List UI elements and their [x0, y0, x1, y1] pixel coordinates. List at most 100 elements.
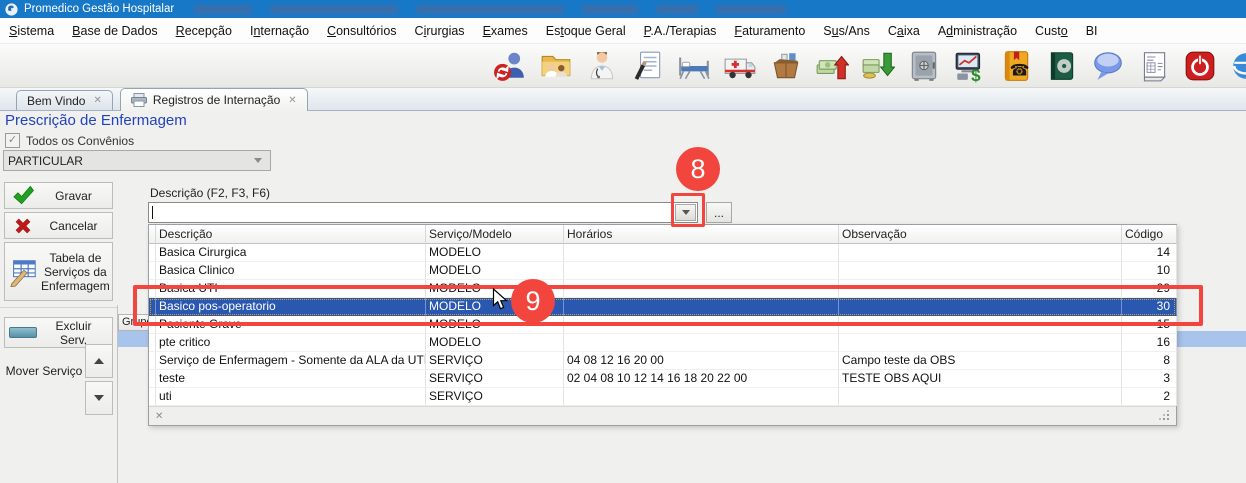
service-chip-icon	[5, 327, 41, 338]
grid-cell: MODELO	[426, 334, 564, 352]
table-row[interactable]: Serviço de Enfermagem - Somente da ALA d…	[149, 352, 1176, 370]
grid-cell: Basica Cirurgica	[156, 244, 426, 262]
finance-chart-icon[interactable]: $	[950, 47, 989, 85]
menu-item-exames[interactable]: Exames	[474, 24, 537, 38]
panel-divider-vertical	[117, 305, 118, 483]
toolbar: $☎	[0, 44, 1246, 88]
tab-bem-vindo[interactable]: Bem Vindo ✕	[16, 90, 113, 110]
tab-registros-internacao[interactable]: Registros de Internação ✕	[120, 88, 308, 111]
grid-header-hor-rios[interactable]: Horários	[564, 225, 839, 244]
chat-icon[interactable]	[1088, 47, 1127, 85]
menu-item-custo[interactable]: Custo	[1026, 24, 1077, 38]
close-icon[interactable]: ✕	[93, 95, 101, 106]
sync-user-icon[interactable]	[490, 47, 529, 85]
grid-cell: Campo teste da OBS	[839, 352, 1122, 370]
table-row[interactable]: utiSERVIÇO2	[149, 388, 1176, 406]
menu-bar: SistemaBase de DadosRecepçãoInternaçãoCo…	[0, 18, 1246, 44]
table-row[interactable]: testeSERVIÇO02 04 08 10 12 14 16 18 20 2…	[149, 370, 1176, 388]
menu-item-sistema[interactable]: Sistema	[0, 24, 63, 38]
table-row[interactable]: Basica CirurgicaMODELO 14	[149, 244, 1176, 262]
grid-cell: SERVIÇO	[426, 388, 564, 406]
patients-folder-icon[interactable]	[536, 47, 575, 85]
menu-item-caixa[interactable]: Caixa	[879, 24, 929, 38]
menu-item-faturamento[interactable]: Faturamento	[725, 24, 814, 38]
move-down-button[interactable]	[85, 381, 113, 415]
redacted-text	[194, 5, 786, 14]
grid-header-observa-o[interactable]: Observação	[839, 225, 1122, 244]
close-icon[interactable]: ✕	[288, 95, 296, 106]
menu-item-estoque-geral[interactable]: Estoque Geral	[537, 24, 635, 38]
hospital-bed-icon[interactable]	[674, 47, 713, 85]
svg-text:☎: ☎	[1009, 62, 1029, 79]
grid-cell: SERVIÇO	[426, 352, 564, 370]
convenio-value: PARTICULAR	[4, 154, 254, 168]
manual-icon[interactable]	[1042, 47, 1081, 85]
expense-down-icon[interactable]	[858, 47, 897, 85]
gravar-button[interactable]: Gravar	[4, 182, 113, 209]
menu-item-interna-o[interactable]: Internação	[241, 24, 318, 38]
grid-header-servi-o-modelo[interactable]: Serviço/Modelo	[426, 225, 564, 244]
grid-cell	[149, 352, 156, 370]
grid-cell	[839, 244, 1122, 262]
menu-item-recep-o[interactable]: Recepção	[167, 24, 241, 38]
grid-cell: 14	[1122, 244, 1177, 262]
menu-item-consult-rios[interactable]: Consultórios	[318, 24, 405, 38]
safe-icon[interactable]	[904, 47, 943, 85]
move-up-button[interactable]	[85, 344, 113, 378]
grid-header-c-digo[interactable]: Código	[1122, 225, 1177, 244]
lookup-more-button[interactable]: ...	[706, 202, 732, 223]
dropdown-arrow-icon	[254, 158, 262, 163]
cancelar-button[interactable]: Cancelar	[4, 212, 113, 239]
grid-cell	[839, 262, 1122, 280]
grid-cell: 10	[1122, 262, 1177, 280]
ambulance-icon[interactable]	[720, 47, 759, 85]
grid-cell: 16	[1122, 334, 1177, 352]
grid-header-indicator[interactable]	[149, 225, 156, 244]
grid-cell: 2	[1122, 388, 1177, 406]
annotation-rect-8	[671, 193, 705, 227]
panel-divider-horizontal	[0, 307, 118, 308]
table-row[interactable]: pte criticoMODELO 16	[149, 334, 1176, 352]
grid-header-descri-o[interactable]: Descrição	[156, 225, 426, 244]
titlebar: Promedico Gestão Hospitalar	[0, 0, 1246, 18]
grid-cell	[149, 388, 156, 406]
grid-cell	[564, 262, 839, 280]
grid-cell	[839, 388, 1122, 406]
browser-icon[interactable]	[1226, 47, 1246, 85]
descricao-combobox[interactable]	[148, 202, 698, 223]
clear-icon[interactable]: ✕	[155, 411, 163, 422]
todos-convenios-checkbox[interactable]: ✓ Todos os Convênios	[5, 133, 134, 148]
menu-item-cirurgias[interactable]: Cirurgias	[406, 24, 474, 38]
supplies-icon[interactable]	[766, 47, 805, 85]
descricao-lookup-label: Descrição (F2, F3, F6)	[150, 186, 270, 200]
grid-cell: Basica Clinico	[156, 262, 426, 280]
grid-cell: MODELO	[426, 244, 564, 262]
menu-item-bi[interactable]: BI	[1077, 24, 1107, 38]
invoice-icon[interactable]	[1134, 47, 1173, 85]
doctor-icon[interactable]	[582, 47, 621, 85]
revenue-up-icon[interactable]	[812, 47, 851, 85]
menu-item-p-a-terapias[interactable]: P.A./Terapias	[635, 24, 726, 38]
mover-servico-label: Mover Serviço	[4, 364, 84, 378]
grid-cell: MODELO	[426, 262, 564, 280]
grid-header: DescriçãoServiço/ModeloHoráriosObservaçã…	[149, 225, 1176, 244]
convenio-select[interactable]: PARTICULAR	[3, 150, 271, 171]
tabela-servicos-button[interactable]: Tabela de Serviços da Enfermagem	[4, 242, 113, 301]
prescription-icon[interactable]	[628, 47, 667, 85]
mouse-cursor	[492, 288, 509, 317]
button-label: Tabela de Serviços da Enfermagem	[41, 251, 116, 293]
grid-cell	[149, 262, 156, 280]
app-logo-icon	[5, 3, 18, 16]
page-title: Prescrição de Enfermagem	[5, 112, 187, 129]
menu-item-base-de-dados[interactable]: Base de Dados	[63, 24, 166, 38]
phonebook-icon[interactable]: ☎	[996, 47, 1035, 85]
button-label: Excluir Serv.	[41, 319, 112, 347]
power-icon[interactable]	[1180, 47, 1219, 85]
resize-grip-icon[interactable]	[1161, 412, 1170, 421]
grid-cell: 02 04 08 10 12 14 16 18 20 22 00	[564, 370, 839, 388]
grid-cell: pte critico	[156, 334, 426, 352]
menu-item-sus-ans[interactable]: Sus/Ans	[814, 24, 879, 38]
down-arrow-icon	[94, 395, 104, 401]
menu-item-administra-o[interactable]: Administração	[929, 24, 1026, 38]
table-row[interactable]: Basica ClinicoMODELO 10	[149, 262, 1176, 280]
